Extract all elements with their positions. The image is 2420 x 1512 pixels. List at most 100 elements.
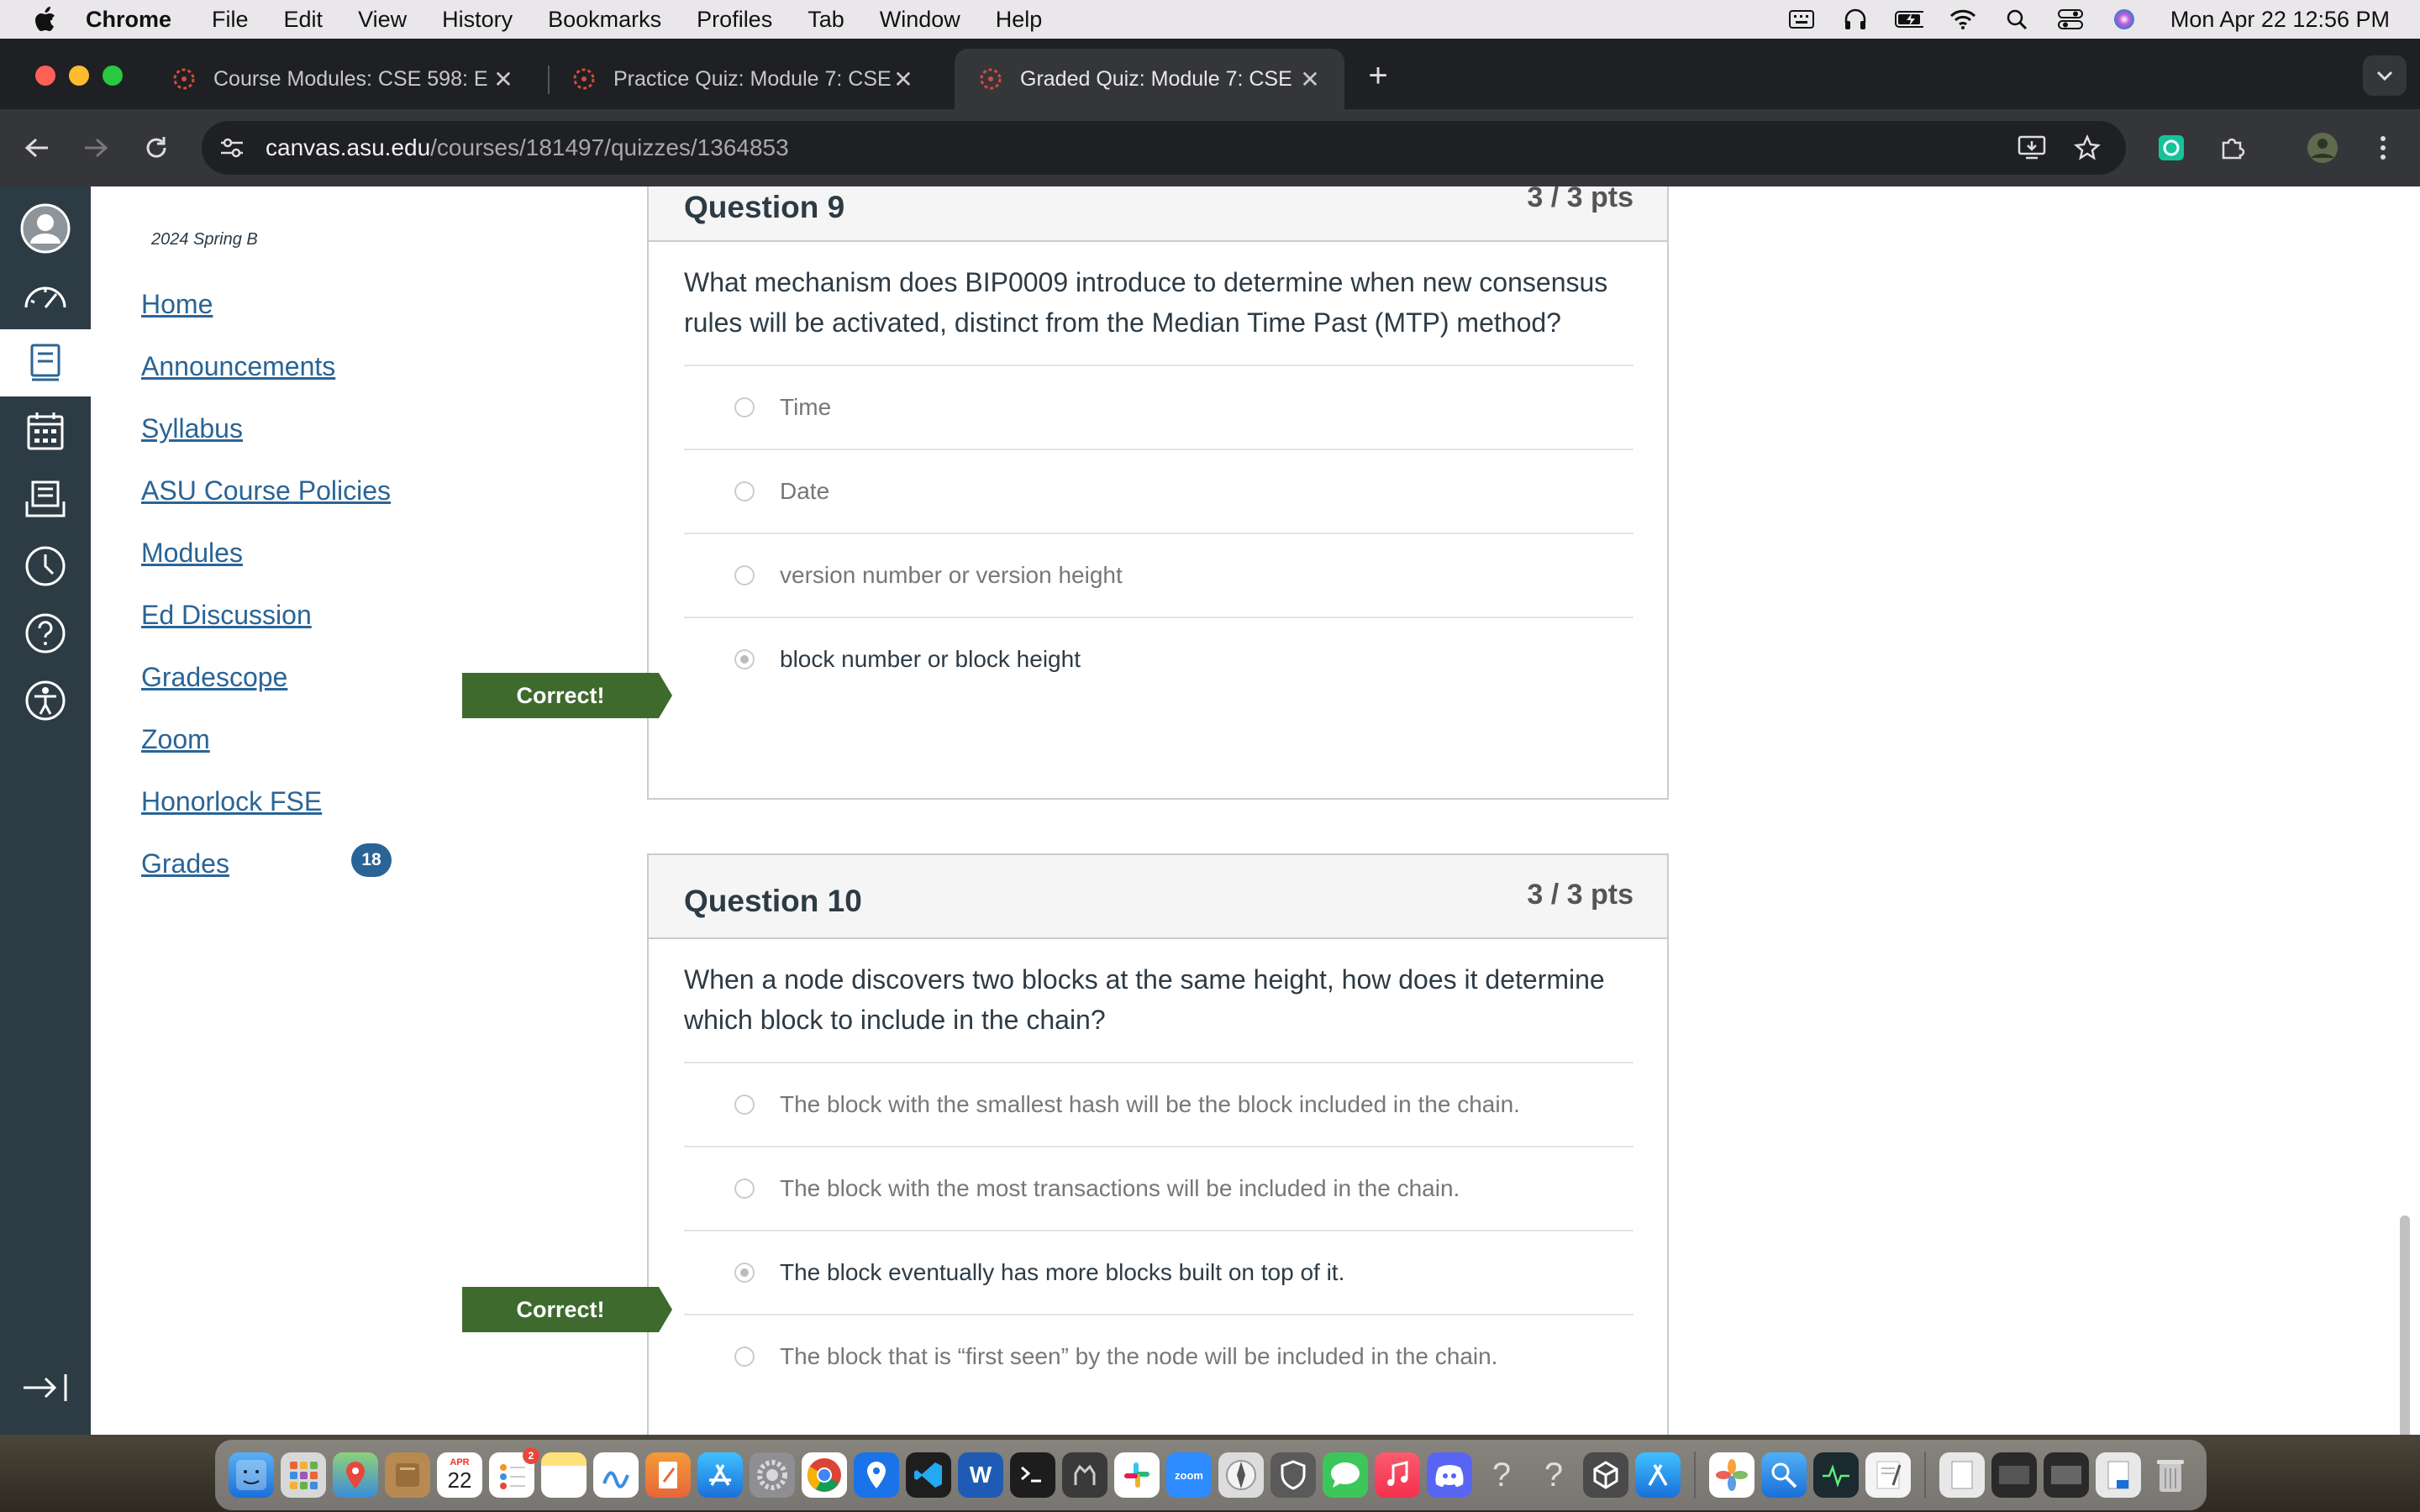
menu-file[interactable]: File	[212, 7, 249, 33]
tab-close-icon[interactable]: ✕	[891, 66, 916, 92]
course-nav-announcements[interactable]: Announcements	[141, 351, 335, 382]
headphones-icon[interactable]	[1841, 8, 1870, 31]
notes-app-icon[interactable]	[385, 1452, 430, 1498]
radio-button-selected[interactable]	[734, 1263, 755, 1283]
browser-tab-course-modules[interactable]: Course Modules: CSE 598: E ✕	[148, 49, 538, 109]
course-nav-syllabus[interactable]: Syllabus	[141, 413, 243, 444]
radio-button[interactable]	[734, 397, 755, 417]
menu-bar-clock[interactable]: Mon Apr 22 12:56 PM	[2170, 7, 2390, 33]
menu-help[interactable]: Help	[996, 7, 1043, 33]
vpn-shield-icon[interactable]	[1270, 1452, 1316, 1498]
window-close-button[interactable]	[35, 66, 55, 86]
chrome-menu-icon[interactable]	[2365, 129, 2402, 166]
github-desktop-icon[interactable]	[1062, 1452, 1107, 1498]
location-app-icon[interactable]	[854, 1452, 899, 1498]
notes-icon[interactable]	[541, 1452, 587, 1498]
profile-avatar[interactable]	[2304, 129, 2341, 166]
apple-menu-icon[interactable]	[34, 7, 57, 32]
tab-close-icon[interactable]: ✕	[491, 66, 516, 92]
app-store-icon[interactable]	[697, 1452, 743, 1498]
collapse-nav-icon[interactable]	[20, 1362, 71, 1413]
chrome-icon[interactable]	[802, 1452, 847, 1498]
reload-icon[interactable]	[138, 129, 175, 166]
radio-button[interactable]	[734, 1179, 755, 1199]
answer-option[interactable]: The block that is “first seen” by the no…	[684, 1314, 1634, 1398]
calendar-app-icon[interactable]: APR 22	[437, 1452, 482, 1498]
discord-icon[interactable]	[1427, 1452, 1472, 1498]
spotlight-search-icon[interactable]	[2002, 8, 2031, 31]
answer-option[interactable]: Date	[684, 449, 1634, 533]
address-bar[interactable]: canvas.asu.edu/courses/181497/quizzes/13…	[202, 121, 2126, 175]
page-scrollbar[interactable]	[2400, 1215, 2410, 1435]
course-nav-modules[interactable]: Modules	[141, 538, 243, 569]
battery-icon[interactable]	[1894, 8, 1923, 31]
course-nav-ed-discussion[interactable]: Ed Discussion	[141, 600, 312, 631]
browser-tab-graded-quiz[interactable]: Graded Quiz: Module 7: CSE ✕	[955, 49, 1344, 109]
safari-compass-icon[interactable]	[1218, 1452, 1264, 1498]
wifi-icon[interactable]	[1949, 8, 1977, 31]
system-settings-icon[interactable]	[750, 1452, 795, 1498]
control-center-icon[interactable]	[2056, 8, 2085, 31]
freeform-icon[interactable]	[593, 1452, 639, 1498]
music-icon[interactable]	[1375, 1452, 1420, 1498]
zoom-icon[interactable]: zoom	[1166, 1452, 1212, 1498]
account-avatar-icon[interactable]	[0, 195, 91, 262]
textedit-icon[interactable]	[1865, 1452, 1911, 1498]
activity-monitor-icon[interactable]	[1813, 1452, 1859, 1498]
answer-option-selected[interactable]: block number or block height	[684, 617, 1634, 701]
pages-icon[interactable]	[645, 1452, 691, 1498]
window-minimize-button[interactable]	[69, 66, 89, 86]
reminders-icon[interactable]: 2	[489, 1447, 539, 1498]
radio-button[interactable]	[734, 1095, 755, 1115]
dashboard-icon[interactable]	[0, 262, 91, 329]
unity-hub-icon[interactable]	[1583, 1452, 1628, 1498]
radio-button[interactable]	[734, 481, 755, 501]
menu-view[interactable]: View	[358, 7, 407, 33]
extensions-puzzle-icon[interactable]	[2213, 129, 2250, 166]
radio-button[interactable]	[734, 565, 755, 585]
course-nav-grades[interactable]: Grades	[141, 848, 229, 879]
screenshot-thumbnail-icon[interactable]	[1991, 1452, 2037, 1498]
menu-bookmarks[interactable]: Bookmarks	[548, 7, 661, 33]
unknown-app-icon[interactable]: ?	[1479, 1452, 1524, 1498]
messages-icon[interactable]	[1323, 1452, 1368, 1498]
finder-icon[interactable]	[229, 1452, 274, 1498]
install-app-icon[interactable]	[2013, 129, 2050, 166]
course-nav-home[interactable]: Home	[141, 289, 213, 320]
screenshot-thumbnail-icon[interactable]	[2044, 1452, 2089, 1498]
calendar-icon[interactable]	[0, 398, 91, 465]
new-tab-button[interactable]: +	[1361, 57, 1395, 94]
window-zoom-button[interactable]	[103, 66, 123, 86]
answer-option[interactable]: Time	[684, 365, 1634, 449]
course-nav-honorlock-fse[interactable]: Honorlock FSE	[141, 786, 322, 817]
menu-history[interactable]: History	[442, 7, 513, 33]
vscode-icon[interactable]	[906, 1452, 951, 1498]
launchpad-icon[interactable]	[281, 1452, 326, 1498]
document-file-icon[interactable]	[1939, 1452, 1985, 1498]
back-arrow-icon[interactable]	[18, 129, 55, 166]
menu-tab[interactable]: Tab	[808, 7, 844, 33]
course-nav-zoom[interactable]: Zoom	[141, 724, 210, 755]
course-nav-gradescope[interactable]: Gradescope	[141, 662, 287, 693]
photos-icon[interactable]	[1709, 1452, 1754, 1498]
history-clock-icon[interactable]	[0, 533, 91, 600]
browser-tab-practice-quiz[interactable]: Practice Quiz: Module 7: CSE ✕	[548, 49, 938, 109]
radio-button-selected[interactable]	[734, 649, 755, 669]
keyboard-icon[interactable]	[1787, 8, 1816, 31]
menu-app-name[interactable]: Chrome	[86, 7, 171, 33]
answer-option[interactable]: The block with the smallest hash will be…	[684, 1062, 1634, 1146]
site-settings-icon[interactable]	[215, 131, 249, 165]
tab-search-button[interactable]	[2363, 55, 2407, 96]
preview-icon[interactable]	[1761, 1452, 1807, 1498]
forward-arrow-icon[interactable]	[77, 129, 114, 166]
menu-edit[interactable]: Edit	[284, 7, 324, 33]
help-icon[interactable]	[0, 600, 91, 667]
bookmark-star-icon[interactable]	[2069, 129, 2106, 166]
menu-profiles[interactable]: Profiles	[697, 7, 772, 33]
trash-icon[interactable]	[2148, 1452, 2193, 1498]
menu-window[interactable]: Window	[880, 7, 960, 33]
radio-button[interactable]	[734, 1347, 755, 1367]
answer-option-selected[interactable]: The block eventually has more blocks bui…	[684, 1230, 1634, 1314]
inbox-icon[interactable]	[0, 465, 91, 533]
grammarly-extension-icon[interactable]	[2153, 129, 2190, 166]
